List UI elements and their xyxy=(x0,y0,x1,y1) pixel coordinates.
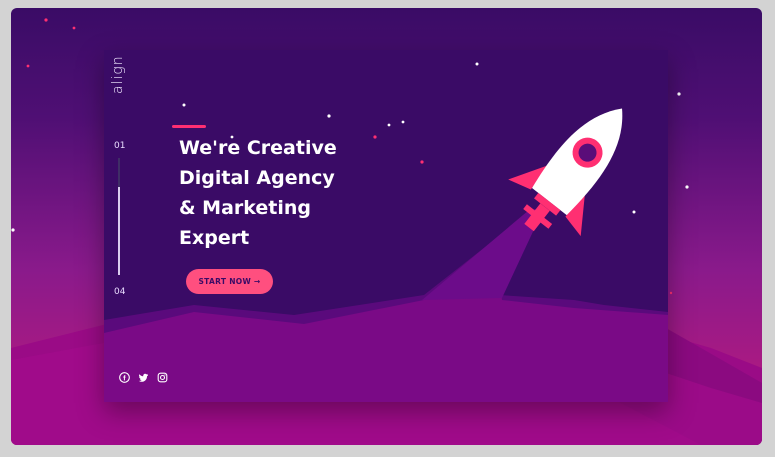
brand-logo[interactable]: align xyxy=(110,55,126,94)
hero-card: align 01 04 We're Creative Digital Agenc… xyxy=(104,50,668,402)
slide-total-number: 04 xyxy=(114,287,126,297)
hero-headline: We're Creative Digital Agency & Marketin… xyxy=(179,133,379,253)
card-stars-red xyxy=(373,135,424,164)
social-links xyxy=(119,372,168,383)
slide-progress-fill xyxy=(118,158,120,187)
twitter-icon[interactable] xyxy=(138,372,149,383)
headline-line: & Marketing xyxy=(179,197,312,219)
headline-line: We're Creative xyxy=(179,137,337,159)
headline-line: Expert xyxy=(179,227,250,249)
slide-progress-track[interactable] xyxy=(118,158,120,275)
page-frame: align 01 04 We're Creative Digital Agenc… xyxy=(11,8,762,445)
instagram-icon[interactable] xyxy=(157,372,168,383)
headline-accent-bar xyxy=(172,125,206,128)
headline-line: Digital Agency xyxy=(179,167,335,189)
rocket-exhaust xyxy=(422,208,544,300)
facebook-icon[interactable] xyxy=(119,372,130,383)
slide-current-number: 01 xyxy=(114,141,126,151)
start-now-button[interactable]: START NOW → xyxy=(186,269,273,294)
